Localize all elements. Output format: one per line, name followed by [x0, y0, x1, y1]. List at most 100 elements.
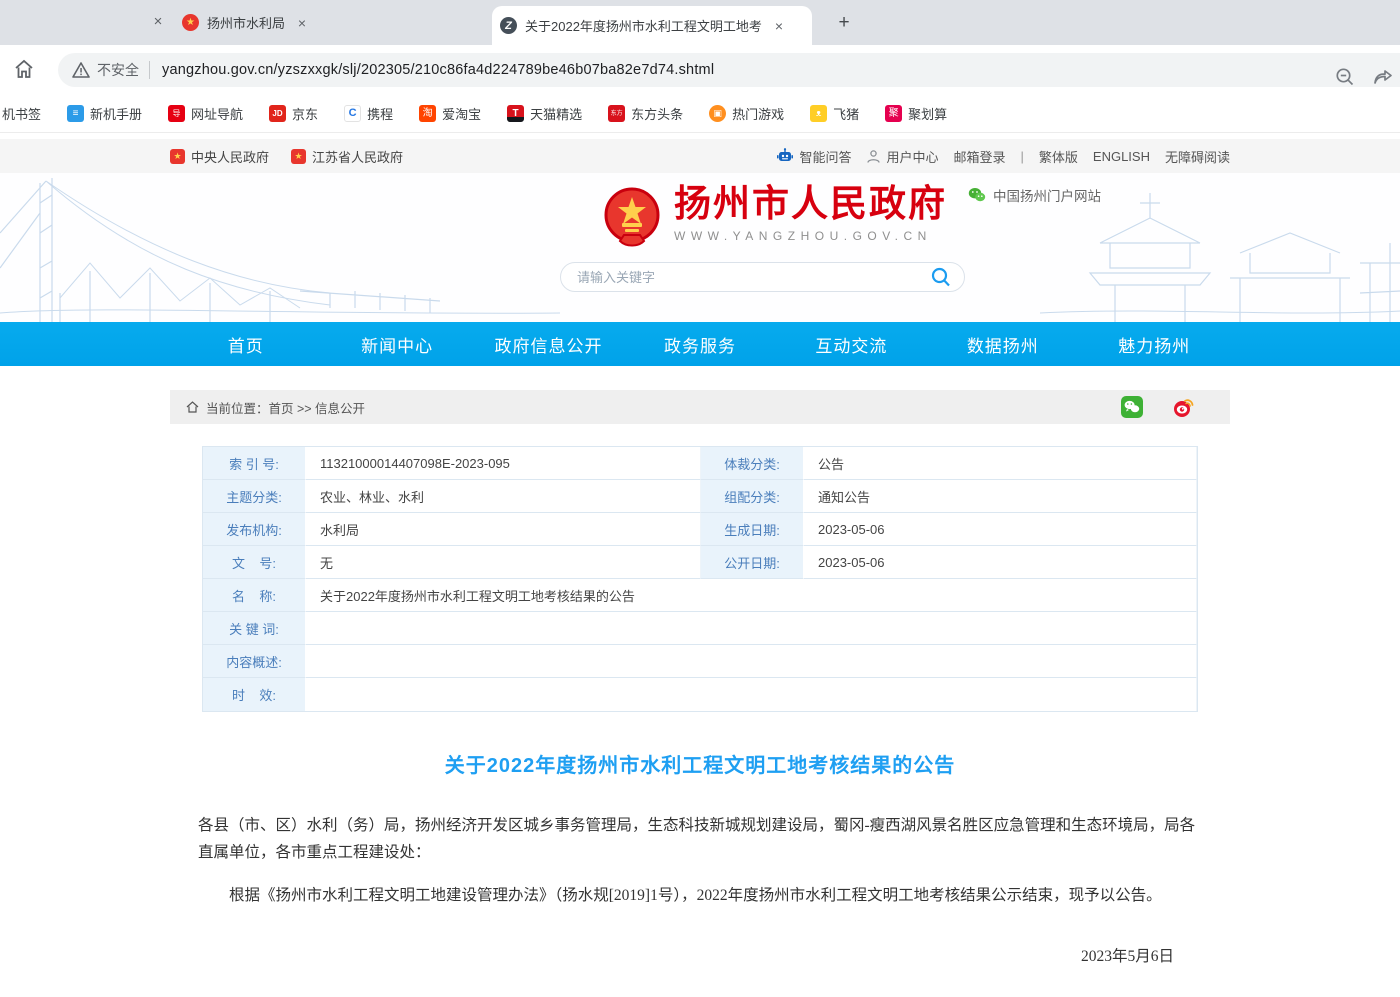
- gov-utility-bar: ★ 中央人民政府 ★ 江苏省人民政府 智能问答 用户中: [0, 139, 1400, 173]
- meta-label: 生成日期:: [701, 513, 804, 546]
- meta-label: 索 引 号:: [203, 447, 306, 480]
- meta-value: [306, 645, 1197, 678]
- site-title: 扬州市人民政府: [674, 185, 947, 226]
- nav-charm-yangzhou[interactable]: 魅力扬州: [1079, 322, 1230, 366]
- bookmark-tmall[interactable]: T 天猫精选: [507, 104, 582, 123]
- security-label: 不安全: [97, 60, 139, 80]
- site-z-favicon: Z: [500, 17, 517, 34]
- english-link[interactable]: ENGLISH: [1093, 149, 1150, 164]
- search-box: [560, 262, 965, 292]
- zoom-out-icon[interactable]: [1334, 66, 1356, 88]
- meta-value: 2023-05-06: [804, 546, 1197, 579]
- national-emblem-icon: ★: [170, 149, 185, 164]
- meta-label: 主题分类:: [203, 480, 306, 513]
- game-icon: ▣: [709, 105, 726, 122]
- meta-label: 关 键 词:: [203, 612, 306, 645]
- taobao-icon: 淘: [419, 105, 436, 122]
- wechat-share-icon[interactable]: [1121, 396, 1143, 418]
- nav-data-yangzhou[interactable]: 数据扬州: [927, 322, 1078, 366]
- breadcrumb-bar: 当前位置：首页 >> 信息公开: [170, 390, 1230, 424]
- page-content: 当前位置：首页 >> 信息公开 索 引 号: 11321000014407098…: [170, 390, 1230, 997]
- national-emblem-icon: ★: [291, 149, 306, 164]
- nav-gov-services[interactable]: 政务服务: [624, 322, 775, 366]
- bookmark-eastday[interactable]: 东方 东方头条: [608, 104, 683, 123]
- home-icon[interactable]: [12, 57, 36, 81]
- bridge-lineart: [0, 173, 560, 322]
- bookmark-hot-games[interactable]: ▣ 热门游戏: [709, 104, 784, 123]
- meta-label: 公开日期:: [701, 546, 804, 579]
- main-navigation: 首页 新闻中心 政府信息公开 政务服务 互动交流 数据扬州 魅力扬州: [0, 322, 1400, 366]
- article-title: 关于2022年度扬州市水利工程文明工地考核结果的公告: [198, 749, 1202, 778]
- wechat-icon: [968, 187, 986, 203]
- meta-value: 水利局: [306, 513, 701, 546]
- user-icon: [866, 149, 881, 164]
- divider: |: [1021, 149, 1024, 164]
- nav-home[interactable]: 首页: [170, 322, 321, 366]
- article-paragraph: 根据《扬州市水利工程文明工地建设管理办法》（扬水规[2019]1号），2022年…: [198, 882, 1202, 909]
- smart-qa-link[interactable]: 智能问答: [776, 147, 851, 166]
- link-jiangsu-government[interactable]: ★ 江苏省人民政府: [291, 147, 403, 166]
- meta-value: 关于2022年度扬州市水利工程文明工地考核结果的公告: [306, 579, 1197, 612]
- breadcrumb[interactable]: 当前位置：首页 >> 信息公开: [206, 398, 365, 417]
- juhuasuan-icon: 聚: [885, 105, 902, 122]
- portal-link[interactable]: 中国扬州门户网站: [968, 185, 1101, 205]
- bookmark-juhuasuan[interactable]: 聚 聚划算: [885, 104, 947, 123]
- robot-icon: [776, 148, 794, 164]
- article-date: 2023年5月6日: [198, 943, 1202, 970]
- meta-value: 11321000014407098E-2023-095: [306, 447, 701, 480]
- bookmark-ctrip[interactable]: C 携程: [344, 104, 393, 123]
- link-central-government[interactable]: ★ 中央人民政府: [170, 147, 269, 166]
- tab-yangzhou-water-bureau[interactable]: ★ 扬州市水利局 ×: [182, 0, 488, 45]
- bookmarks-bar: 机书签 ≡ 新机手册 导 网址导航 JD 京东 C 携程 淘 爱淘宝 T 天猫精…: [0, 95, 1400, 133]
- accessibility-link[interactable]: 无障碍阅读: [1165, 147, 1230, 166]
- national-emblem-favicon: ★: [182, 14, 199, 31]
- browser-tab-strip: × ★ 扬州市水利局 × Z 关于2022年度扬州市水利工程文明工地考 × +: [0, 0, 1400, 45]
- address-separator: [149, 61, 150, 79]
- meta-label: 体裁分类:: [701, 447, 804, 480]
- fliggy-pig-icon: ᴥ: [810, 105, 827, 122]
- user-center-link[interactable]: 用户中心: [866, 147, 938, 166]
- tab-close-button[interactable]: ×: [148, 12, 168, 32]
- meta-label: 内容概述:: [203, 645, 306, 678]
- bookmark-aitaobao[interactable]: 淘 爱淘宝: [419, 104, 481, 123]
- manual-icon: ≡: [67, 105, 84, 122]
- meta-value: 公告: [804, 447, 1197, 480]
- article-paragraph: 各县（市、区）水利（务）局，扬州经济开发区城乡事务管理局，生态科技新城规划建设局…: [198, 812, 1202, 866]
- weibo-share-icon[interactable]: [1172, 396, 1194, 418]
- meta-label: 发布机构:: [203, 513, 306, 546]
- mail-login-link[interactable]: 邮箱登录: [953, 147, 1005, 166]
- nav-interaction[interactable]: 互动交流: [776, 322, 927, 366]
- ctrip-dolphin-icon: C: [344, 105, 361, 122]
- browser-toolbar: 不安全 yangzhou.gov.cn/yzszxxgk/slj/202305/…: [0, 45, 1400, 95]
- meta-value: [306, 678, 1197, 711]
- jd-icon: JD: [269, 105, 286, 122]
- url-text[interactable]: yangzhou.gov.cn/yzszxxgk/slj/202305/210c…: [162, 62, 714, 78]
- home-small-icon: [186, 401, 199, 413]
- bookmark-url-navigation[interactable]: 导 网址导航: [168, 104, 243, 123]
- tmall-icon: T: [507, 105, 524, 122]
- bookmark-jd[interactable]: JD 京东: [269, 104, 318, 123]
- tab-close-icon[interactable]: ×: [293, 15, 311, 31]
- share-icon[interactable]: [1372, 66, 1394, 88]
- bookmark-mobile-bookmarks[interactable]: 机书签: [2, 104, 41, 123]
- search-input[interactable]: [577, 270, 930, 285]
- nav-site-icon: 导: [168, 105, 185, 122]
- bookmark-new-phone-manual[interactable]: ≡ 新机手册: [67, 104, 142, 123]
- search-icon[interactable]: [930, 266, 952, 288]
- bookmark-fliggy[interactable]: ᴥ 飞猪: [810, 104, 859, 123]
- meta-value: [306, 612, 1197, 645]
- meta-label: 时 效:: [203, 678, 306, 711]
- tab-close-icon[interactable]: ×: [770, 18, 788, 34]
- address-bar[interactable]: 不安全 yangzhou.gov.cn/yzszxxgk/slj/202305/…: [58, 53, 1400, 87]
- tab-active-announcement[interactable]: Z 关于2022年度扬州市水利工程文明工地考 ×: [492, 6, 812, 45]
- tab-title: 关于2022年度扬州市水利工程文明工地考: [525, 16, 762, 35]
- meta-value: 农业、林业、水利: [306, 480, 701, 513]
- portal-label: 中国扬州门户网站: [993, 185, 1101, 205]
- new-tab-button[interactable]: +: [832, 11, 856, 35]
- eastday-icon: 东方: [608, 105, 625, 122]
- nav-info-disclosure[interactable]: 政府信息公开: [473, 322, 624, 366]
- site-logo[interactable]: 扬州市人民政府 WWW.YANGZHOU.GOV.CN: [600, 185, 947, 249]
- meta-label: 文 号:: [203, 546, 306, 579]
- traditional-chinese-link[interactable]: 繁体版: [1039, 147, 1078, 166]
- nav-news-center[interactable]: 新闻中心: [321, 322, 472, 366]
